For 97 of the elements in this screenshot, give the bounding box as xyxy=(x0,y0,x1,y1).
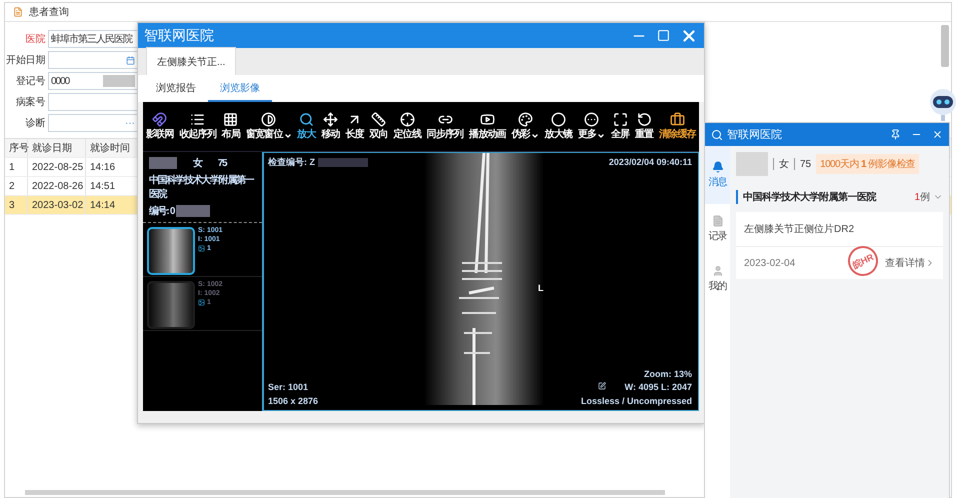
circle-icon xyxy=(550,112,566,128)
case-count: 1 xyxy=(914,192,920,202)
series-label: Ser: 1001 xyxy=(268,382,308,392)
bell-icon xyxy=(712,161,724,173)
table-cell: 1 xyxy=(5,158,28,176)
field-label: 开始日期 xyxy=(5,54,45,67)
details-link[interactable]: 查看详情 xyxy=(885,256,935,270)
field-label: 诊断 xyxy=(24,116,45,130)
window-title: 智联网医院 xyxy=(144,26,214,44)
toolbar-button[interactable]: 移动 xyxy=(320,112,341,141)
list-icon xyxy=(190,112,206,128)
column-header: 序号 xyxy=(5,139,28,157)
toolbar-button[interactable]: 定位线 xyxy=(392,112,422,141)
images-icon xyxy=(198,299,205,306)
patient-sex: 女 xyxy=(779,158,789,171)
field-label: 登记号 xyxy=(14,75,45,88)
grid-icon xyxy=(223,112,238,128)
case-unit: 例 xyxy=(920,191,930,204)
images-icon xyxy=(198,245,205,252)
nav-item[interactable]: 消息 xyxy=(705,146,730,204)
table-cell: 2022-08-25 xyxy=(28,158,86,176)
palette-icon xyxy=(518,112,533,128)
redaction-block xyxy=(176,205,210,217)
calendar-icon[interactable] xyxy=(126,56,135,64)
toolbar-button[interactable]: 布局 xyxy=(220,112,242,141)
search-icon[interactable] xyxy=(711,128,723,140)
reset-icon xyxy=(636,112,652,128)
column-header: 就诊日期 xyxy=(28,139,86,157)
document-icon xyxy=(712,215,724,227)
image-size: 1506 x 2876 xyxy=(268,396,318,406)
redaction-block xyxy=(103,75,135,87)
document-icon xyxy=(13,7,23,17)
toolbar-button[interactable]: 清除缓存 xyxy=(658,112,697,141)
table-cell: 2 xyxy=(5,177,28,195)
toolbar-button[interactable]: 重置 xyxy=(634,112,654,141)
input-field[interactable] xyxy=(48,51,138,69)
toolbar-button[interactable]: 伪彩 xyxy=(510,112,540,141)
close-icon[interactable] xyxy=(932,129,943,140)
record-card[interactable]: 左侧膝关节正侧位片DR2 皖HR 2023-02-04 查看详情 xyxy=(736,212,943,279)
scrollbar-thumb[interactable] xyxy=(941,25,949,67)
orientation-marker: L xyxy=(538,283,544,293)
page-title: 患者查询 xyxy=(29,6,69,19)
patient-id: 编号:0 xyxy=(149,204,174,218)
move-icon xyxy=(322,112,338,128)
toolbar-button[interactable]: 窗宽窗位 xyxy=(244,112,293,141)
search-icon xyxy=(298,112,314,128)
toolbar-button[interactable]: 放大镜 xyxy=(544,112,574,141)
toolbar-button[interactable]: 播放动画 xyxy=(468,112,507,141)
zoom-level: Zoom: 13% xyxy=(644,369,692,379)
table-cell: 3 xyxy=(5,196,28,214)
patient-sex: 女 xyxy=(193,156,202,170)
input-field[interactable]: 0000 xyxy=(48,72,138,90)
toolbar-button[interactable]: 收起序列 xyxy=(178,112,218,141)
patient-age: 75 xyxy=(800,158,812,170)
table-cell: 2022-08-26 xyxy=(28,177,86,195)
series-thumbnail[interactable] xyxy=(147,281,195,329)
patient-age: 75 xyxy=(218,158,226,168)
hospital-name: 中国科学技术大学附属第一医院 xyxy=(149,174,255,201)
hospital-name: 中国科学技术大学附属第一医院 xyxy=(736,190,876,204)
input-field[interactable] xyxy=(48,93,138,111)
panel-title: 智联网医院 xyxy=(727,128,782,142)
scrollbar-thumb[interactable] xyxy=(25,490,665,495)
toolbar-button[interactable]: 长度 xyxy=(344,112,365,141)
more-icon xyxy=(584,112,600,128)
exam-count-badge: 1000天内 1 例影像检查 xyxy=(816,154,920,174)
window-level: W: 4095 L: 2047 xyxy=(624,382,692,392)
maximize-icon[interactable] xyxy=(657,29,670,42)
input-field[interactable]: 蚌埠市第三人民医院 xyxy=(48,30,138,48)
study-datetime: 2023/02/04 09:40:11 xyxy=(608,157,692,167)
toolbar-button[interactable]: 放大 xyxy=(296,112,317,141)
toolbar-button[interactable]: 双向 xyxy=(368,112,389,141)
field-label: 医院 xyxy=(24,32,45,46)
field-label: 病案号 xyxy=(14,96,45,109)
fullscreen-icon xyxy=(612,112,628,128)
briefcase-icon xyxy=(670,112,685,128)
ruler-icon xyxy=(371,112,386,128)
series-thumbnail[interactable] xyxy=(147,227,195,275)
toolbar-button[interactable]: 同步序列 xyxy=(426,112,464,141)
document-tab[interactable]: 左侧膝关节正... xyxy=(146,47,236,75)
pin-icon[interactable] xyxy=(890,129,901,140)
toolbar-button[interactable]: 影联网 xyxy=(145,112,175,141)
magnet-icon xyxy=(152,112,168,128)
toolbar-button[interactable]: 全屏 xyxy=(610,112,630,141)
play-icon xyxy=(480,112,495,128)
table-cell: 2023-03-02 xyxy=(28,196,86,214)
record-date: 2023-02-04 xyxy=(744,258,796,268)
toolbar-button[interactable]: 更多 xyxy=(576,112,606,141)
exam-number: 检查编号: Z xyxy=(268,156,368,169)
record-title: 左侧膝关节正侧位片DR2 xyxy=(736,212,943,247)
user-icon xyxy=(712,265,724,277)
compression-info: Lossless / Uncompressed xyxy=(580,396,692,406)
redaction-block xyxy=(736,152,768,176)
redaction-block xyxy=(149,157,177,169)
contrast-icon xyxy=(261,112,276,128)
view-tab[interactable]: 浏览报告 xyxy=(144,75,208,102)
crosshair-icon xyxy=(400,112,415,128)
edit-icon[interactable] xyxy=(598,382,606,390)
